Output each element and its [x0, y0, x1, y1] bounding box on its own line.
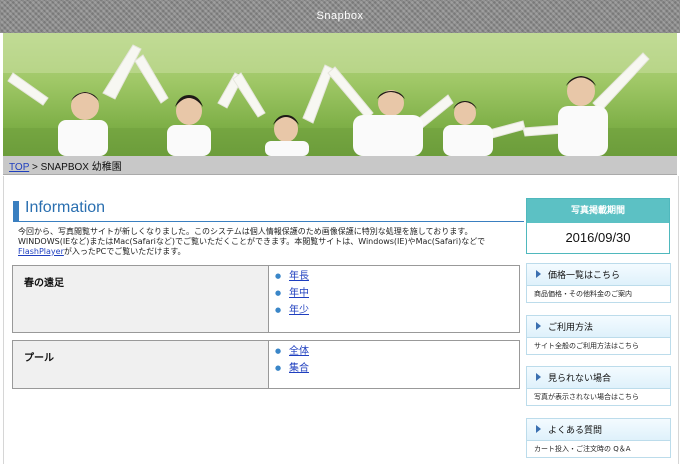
sidebar-item-title: よくある質問 — [548, 426, 603, 436]
sidebar-item-price-list[interactable]: 価格一覧はこちら 商品価格・その他料金のご案内 — [526, 263, 671, 303]
album-link-list: 全体 集合 — [275, 343, 309, 377]
sidebar-item-title: 見られない場合 — [548, 374, 612, 384]
photo-period-date: 2016/09/30 — [565, 230, 631, 245]
breadcrumb: TOP > SNAPBOX 幼稚園 — [9, 158, 122, 173]
breadcrumb-current: SNAPBOX 幼稚園 — [40, 162, 122, 173]
sidebar-item-sub: 商品価格・その他料金のご案内 — [534, 290, 632, 298]
list-item: 年中 — [275, 285, 309, 302]
arrow-right-icon — [536, 373, 541, 381]
breadcrumb-bar: TOP > SNAPBOX 幼稚園 — [3, 156, 677, 175]
album-link-nencho[interactable]: 年長 — [289, 271, 309, 282]
album-section-pool: プール 全体 集合 — [12, 340, 520, 389]
album-link-zentai[interactable]: 全体 — [289, 346, 309, 357]
sidebar-item-title: 価格一覧はこちら — [548, 271, 621, 281]
sidebar-item-header: 価格一覧はこちら — [527, 264, 670, 286]
album-label-cell: 春の遠足 — [13, 266, 269, 332]
album-label-cell: プール — [13, 341, 269, 388]
sidebar-item-header: 見られない場合 — [527, 367, 670, 389]
arrow-right-icon — [536, 425, 541, 433]
list-item: 年少 — [275, 302, 309, 319]
breadcrumb-top-link[interactable]: TOP — [9, 162, 29, 173]
intro-text-before: 今回から、写真閲覧サイトが新しくなりました。このシステムは個人情報保護のため画像… — [18, 227, 486, 246]
sidebar-item-sub: カート投入・ご注文時の Q＆A — [534, 445, 631, 453]
top-header-bar: Snapbox — [0, 0, 680, 33]
sidebar-item-sub: 写真が表示されない場合はこちら — [534, 393, 639, 401]
site-title: Snapbox — [316, 10, 364, 22]
sidebar-item-title: ご利用方法 — [548, 323, 594, 333]
album-label: プール — [24, 353, 54, 364]
intro-text: 今回から、写真閲覧サイトが新しくなりました。このシステムは個人情報保護のため画像… — [18, 227, 522, 257]
sidebar-item-faq[interactable]: よくある質問 カート投入・ご注文時の Q＆A — [526, 418, 671, 458]
arrow-right-icon — [536, 270, 541, 278]
hero-banner — [3, 33, 677, 156]
sidebar-item-sub: サイト全般のご利用方法はこちら — [534, 342, 639, 350]
sidebar-item-usage[interactable]: ご利用方法 サイト全般のご利用方法はこちら — [526, 315, 671, 355]
album-section-spring-excursion: 春の遠足 年長 年中 年少 — [12, 265, 520, 333]
sidebar-item-cannot-view[interactable]: 見られない場合 写真が表示されない場合はこちら — [526, 366, 671, 406]
sidebar-item-header: ご利用方法 — [527, 316, 670, 338]
album-link-list: 年長 年中 年少 — [275, 268, 309, 319]
list-item: 集合 — [275, 360, 309, 377]
flashplayer-link[interactable]: FlashPlayer — [18, 247, 64, 256]
album-link-shugo[interactable]: 集合 — [289, 363, 309, 374]
information-heading: Information — [13, 199, 524, 222]
list-item: 年長 — [275, 268, 309, 285]
list-item: 全体 — [275, 343, 309, 360]
arrow-right-icon — [536, 322, 541, 330]
photo-period-title: 写真掲載期間 — [527, 199, 669, 223]
breadcrumb-separator: > — [29, 162, 41, 173]
hero-children-illustration — [3, 33, 677, 156]
sidebar-item-header: よくある質問 — [527, 419, 670, 441]
photo-period-box: 写真掲載期間 2016/09/30 — [526, 198, 670, 254]
information-title: Information — [25, 199, 106, 216]
album-link-nensho[interactable]: 年少 — [289, 305, 309, 316]
intro-text-after: が入ったPCでご覧いただけます。 — [63, 247, 186, 256]
album-link-nenchu[interactable]: 年中 — [289, 288, 309, 299]
album-label: 春の遠足 — [24, 278, 64, 289]
main-content: Information 今回から、写真閲覧サイトが新しくなりました。このシステム… — [3, 176, 679, 464]
